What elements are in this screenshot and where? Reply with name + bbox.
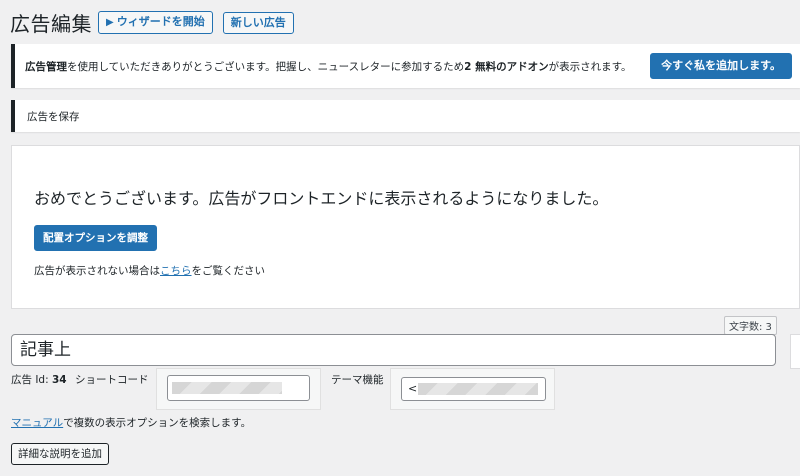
start-wizard-button[interactable]: ▶ ウィザードを開始: [98, 11, 213, 34]
newsletter-notice: 広告管理を使用していただきありがとうございます。把握し、ニュースレターに参加する…: [11, 44, 800, 88]
success-message: おめでとうございます。広告がフロントエンドに表示されるようになりました。: [34, 189, 609, 208]
ad-id-label: 広告 Id: 34: [11, 374, 67, 386]
saved-notice-text: 広告を保存: [27, 110, 80, 123]
shortcode-box: [156, 368, 321, 410]
play-icon: ▶: [106, 17, 114, 28]
theme-function-prefix: <: [408, 382, 418, 395]
shortcode-redacted: [172, 382, 282, 394]
add-me-now-button[interactable]: 今すぐ私を追加します。: [650, 53, 792, 79]
theme-function-box: <: [390, 368, 555, 410]
page-title: 広告編集: [10, 12, 92, 36]
manual-link[interactable]: マニュアル: [11, 417, 63, 429]
manual-text: マニュアルで複数の表示オプションを検索します。: [11, 417, 252, 429]
notice-text: 広告管理を使用していただきありがとうございます。把握し、ニュースレターに参加する…: [25, 60, 632, 73]
ad-saved-notice: 広告を保存: [11, 100, 800, 132]
theme-function-redacted: [418, 383, 538, 395]
start-wizard-label: ウィザードを開始: [116, 15, 205, 28]
shortcode-field[interactable]: [167, 375, 310, 401]
placement-options-button[interactable]: 配置オプションを調整: [34, 225, 157, 251]
shortcode-label: ショートコード: [75, 374, 149, 386]
help-link[interactable]: こちら: [160, 265, 192, 277]
new-ad-button[interactable]: 新しい広告: [222, 11, 294, 34]
theme-function-field[interactable]: <: [401, 377, 546, 401]
success-box: おめでとうございます。広告がフロントエンドに表示されるようになりました。 配置オ…: [11, 145, 800, 309]
word-count: 文字数: 3: [724, 316, 777, 335]
sidebar-panel-edge: [790, 334, 800, 369]
add-description-button[interactable]: 詳細な説明を追加: [11, 443, 109, 465]
theme-function-label: テーマ機能: [331, 374, 384, 386]
help-text: 広告が表示されない場合はこちらをご覧ください: [34, 265, 265, 277]
ad-title-input[interactable]: 記事上: [11, 334, 776, 366]
page-header: 広告編集 ▶ ウィザードを開始 新しい広告: [10, 8, 294, 37]
